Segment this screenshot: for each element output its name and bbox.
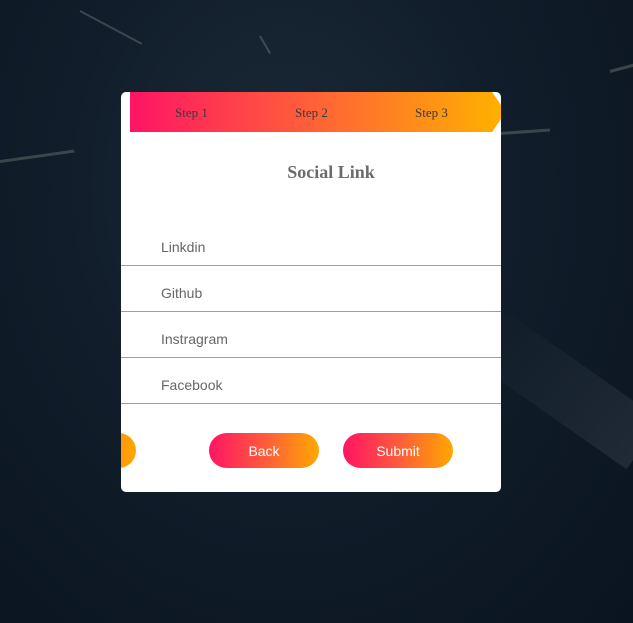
light-streak	[499, 128, 550, 135]
form-title: Social Link	[287, 162, 375, 182]
light-streak	[609, 62, 633, 73]
light-streak	[0, 149, 75, 163]
github-input[interactable]	[161, 285, 481, 301]
instagram-field	[121, 311, 501, 358]
step-progress-bar: Step 1 Step 2 Step 3	[130, 92, 501, 132]
step-1-label[interactable]: Step 1	[175, 105, 208, 121]
facebook-field	[121, 357, 501, 404]
facebook-input[interactable]	[161, 377, 481, 393]
submit-button[interactable]: Submit	[343, 433, 453, 468]
form-card: Step 1 Step 2 Step 3 Social Link Back Su…	[121, 92, 501, 492]
github-field	[121, 265, 501, 312]
linkedin-input[interactable]	[161, 239, 481, 255]
linkedin-field	[121, 219, 501, 266]
previous-slide-button[interactable]	[121, 433, 136, 468]
light-streak	[79, 10, 143, 45]
instagram-input[interactable]	[161, 331, 481, 347]
back-button[interactable]: Back	[209, 433, 319, 468]
step-2-label[interactable]: Step 2	[295, 105, 328, 121]
step-3-label[interactable]: Step 3	[415, 105, 448, 121]
light-streak	[259, 35, 271, 54]
